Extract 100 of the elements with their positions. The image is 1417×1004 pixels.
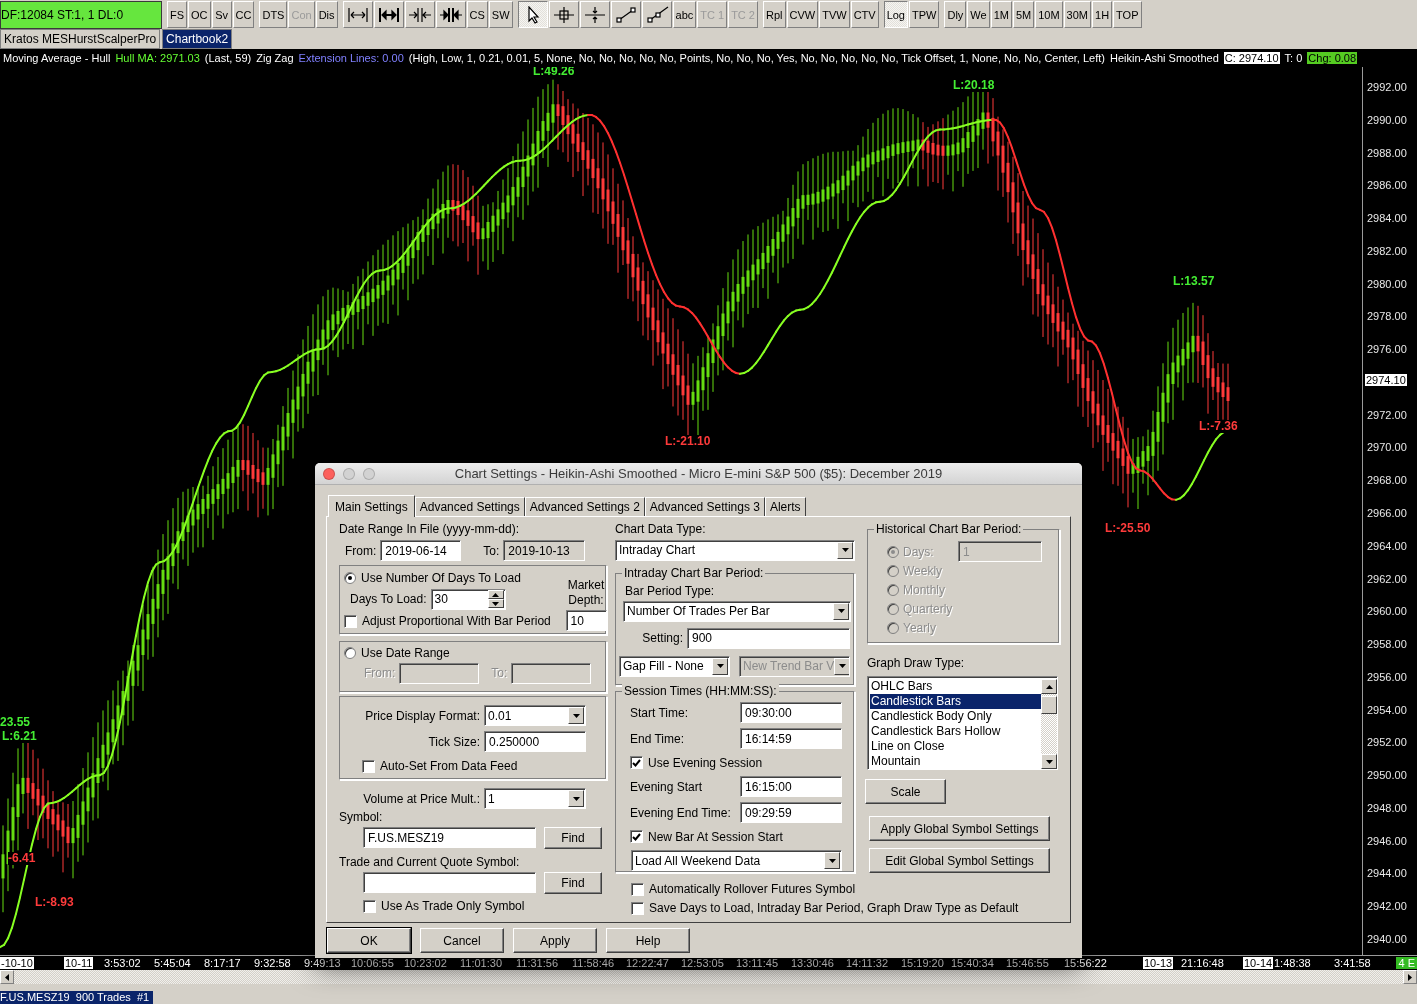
toolbar-button[interactable]: Sv [211, 1, 232, 28]
toolbar-button[interactable]: 1H [1092, 1, 1113, 28]
list-item[interactable]: Candlestick Bars [870, 694, 1041, 709]
price-label: 2988.00 [1367, 146, 1407, 159]
chartbook-tab[interactable]: Chartbook2 [162, 29, 233, 49]
checkbox[interactable] [630, 756, 643, 769]
time-label: 1:48:38 [1273, 957, 1312, 969]
from-date-field[interactable] [399, 662, 480, 684]
time-field[interactable]: 09:30:00 [740, 702, 842, 723]
radio-label: Monthly [903, 582, 946, 597]
chartbook-tab[interactable]: Kratos MESHurstScalperPro [0, 29, 161, 49]
dialog-button[interactable]: Edit Global Symbol Settings [869, 848, 1050, 873]
tab[interactable]: Advanced Settings 2 [524, 497, 645, 516]
dropdown[interactable]: 0.01 [484, 705, 586, 726]
list-item[interactable]: Candlestick Body Only [870, 709, 1041, 724]
find-button[interactable]: Find [544, 826, 602, 849]
toolbar-button[interactable]: TVW [819, 1, 850, 28]
toolbar-button[interactable] [517, 1, 548, 28]
toolbar-button[interactable]: Dis [315, 1, 338, 28]
scroll-up-button[interactable] [1041, 679, 1057, 694]
field-label: Symbol: [339, 810, 383, 824]
from-date-field[interactable]: 2019-06-14 [380, 540, 462, 561]
chart-tab[interactable]: F.US.MESZ19 900 Trades #1 [0, 991, 154, 1004]
zigzag-label: L:20.18 [953, 79, 995, 92]
scroll-down-button[interactable] [1041, 754, 1057, 769]
compress-arrows-icon [407, 5, 432, 24]
tab[interactable]: Main Settings [328, 495, 415, 517]
checkbox[interactable] [363, 899, 376, 913]
toolbar-button[interactable]: CS [466, 1, 488, 28]
toolbar-button[interactable]: Log [883, 1, 908, 28]
tab[interactable]: Advanced Settings [414, 497, 525, 516]
caret-icon [841, 548, 849, 553]
dialog-button[interactable]: Apply [513, 928, 597, 953]
symbol-field[interactable]: F.US.MESZ19 [363, 827, 536, 848]
horizontal-scrollbar[interactable] [0, 970, 1417, 984]
toolbar-button[interactable]: SW [488, 1, 513, 28]
field-label: From: [364, 666, 396, 680]
toolbar-button[interactable]: TOP [1113, 1, 1142, 28]
to-date-field[interactable] [511, 662, 592, 684]
to-date-field[interactable]: 2019-10-13 [503, 540, 586, 561]
dropdown[interactable]: Gap Fill - None [619, 655, 730, 677]
checkbox-label: Use Evening Session [648, 755, 763, 770]
list-item[interactable]: Candlestick Bars Hollow [870, 724, 1041, 739]
dialog-button[interactable]: Scale [865, 779, 946, 804]
find-button[interactable]: Find [544, 871, 602, 894]
toolbar-button[interactable]: We [967, 1, 990, 28]
checkbox[interactable] [631, 901, 644, 915]
scroll-left-button[interactable] [0, 970, 14, 984]
dropdown[interactable]: Number Of Trades Per Bar [623, 600, 851, 622]
close-button[interactable] [323, 468, 335, 480]
scroll-right-button[interactable] [1403, 970, 1417, 984]
toolbar-button[interactable]: CC [232, 1, 255, 28]
checkbox[interactable] [630, 830, 643, 843]
toolbar-button[interactable]: TPW [909, 1, 940, 28]
toolbar-button[interactable]: FS [167, 1, 188, 28]
checkbox[interactable] [631, 882, 644, 896]
dialog-button[interactable]: OK [327, 928, 411, 953]
toolbar-button[interactable]: CTV [850, 1, 879, 28]
toolbar-button[interactable]: OC [188, 1, 211, 28]
dropdown[interactable]: 1 [484, 788, 586, 809]
toolbar-button[interactable]: 10M [1035, 1, 1063, 28]
toolbar-button[interactable]: abc [672, 1, 697, 28]
toolbar-button[interactable]: 5M [1012, 1, 1035, 28]
toolbar-button[interactable]: DTS [259, 1, 288, 28]
toolbar-button[interactable]: CVW [786, 1, 819, 28]
scroll-thumb[interactable] [1041, 696, 1057, 714]
dialog-button[interactable]: Help [606, 928, 690, 953]
radio-button[interactable] [344, 647, 356, 659]
caret-icon [828, 858, 836, 863]
dialog-button[interactable]: Apply Global Symbol Settings [869, 816, 1050, 841]
toolbar-button[interactable]: 30M [1063, 1, 1091, 28]
list-item[interactable]: Line on Close [870, 739, 1041, 754]
toolbar-button[interactable]: Rpl [763, 1, 786, 28]
market-depth-field[interactable]: 10 [565, 610, 607, 631]
tab[interactable]: Alerts [764, 497, 806, 516]
time-field[interactable]: 16:15:00 [740, 776, 842, 797]
time-label: 15:56:22 [1063, 957, 1108, 969]
tab[interactable]: Advanced Settings 3 [644, 497, 765, 516]
radio-label: Days: [903, 544, 934, 559]
checkbox[interactable] [344, 614, 357, 628]
time-label: 10:23:02 [403, 957, 448, 969]
tick-size-field[interactable]: 0.250000 [484, 731, 586, 752]
setting-field[interactable]: 900 [687, 627, 850, 649]
list-box[interactable]: OHLC Bars Candlestick Bars Candlestick Body Only Candlestick Bars Hollow Line on Close Mountain [867, 676, 1058, 770]
list-item[interactable]: OHLC Bars [870, 679, 1041, 694]
time-field[interactable]: 16:14:59 [740, 728, 842, 749]
checkbox[interactable] [362, 759, 375, 773]
dialog-button[interactable]: Cancel [420, 928, 504, 953]
toolbar-button[interactable]: 1M [990, 1, 1012, 28]
dropdown[interactable]: Intraday Chart [615, 539, 855, 561]
time-field[interactable]: 09:29:59 [740, 802, 842, 823]
scrollbar[interactable] [1041, 679, 1057, 769]
toolbar-button[interactable]: Dly [944, 1, 967, 28]
dropdown[interactable]: Load All Weekend Data [631, 850, 842, 871]
list-item[interactable]: Mountain [870, 754, 1041, 769]
quote-symbol-field[interactable] [363, 872, 536, 893]
radio-button[interactable] [344, 572, 356, 584]
price-label: 2964.00 [1367, 539, 1407, 552]
days-spinner[interactable]: 30 [430, 588, 506, 610]
radio-label: Quarterly [903, 601, 953, 616]
